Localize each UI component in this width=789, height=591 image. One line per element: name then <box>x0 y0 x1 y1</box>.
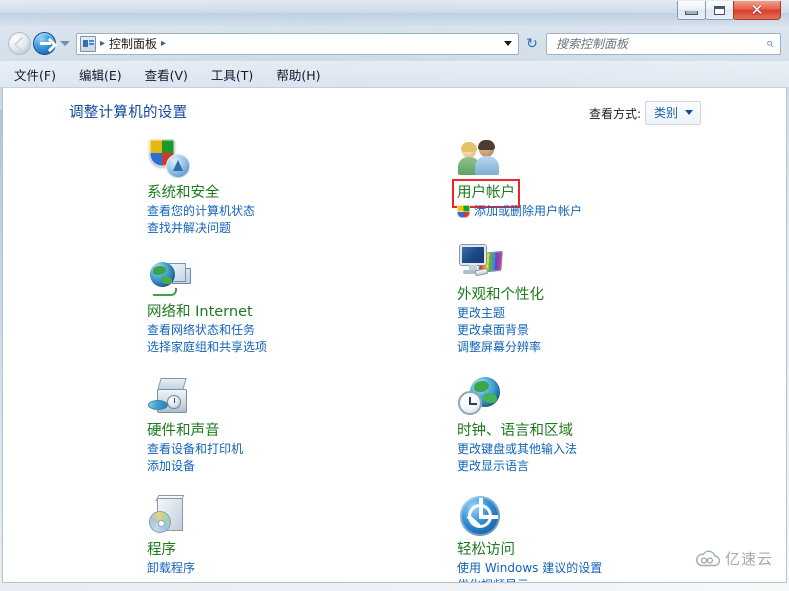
search-icon: ⌕ <box>765 36 773 51</box>
address-dropdown-chevron-down-icon[interactable] <box>504 41 512 46</box>
window-titlebar: ✕ <box>0 0 789 26</box>
close-button[interactable]: ✕ <box>733 1 781 20</box>
category-link-add-device[interactable]: 添加设备 <box>147 458 391 475</box>
category-system-and-security: 系统和安全 查看您的计算机状态 查找并解决问题 <box>91 136 391 237</box>
category-link-view-computer-status[interactable]: 查看您的计算机状态 <box>147 203 391 220</box>
menu-item-help[interactable]: 帮助(H) <box>276 65 320 84</box>
category-link-adjust-screen-resolution[interactable]: 调整屏幕分辨率 <box>457 339 731 356</box>
appearance-monitor-icon[interactable] <box>457 238 505 286</box>
category-clock-language-region: 时钟、语言和区域 更改键盘或其他输入法 更改显示语言 <box>401 374 731 475</box>
category-title-programs[interactable]: 程序 <box>147 541 176 560</box>
recent-locations-chevron-down-icon[interactable] <box>60 41 70 46</box>
breadcrumb-separator-icon-2[interactable]: ▸ <box>161 38 166 49</box>
category-user-accounts: 用户帐户 添加或删除用户帐户 <box>401 136 731 220</box>
category-column-right: 用户帐户 添加或删除用户帐户 外观和个性化 更改主题 更改桌面背景 调整屏幕分辨… <box>401 136 731 582</box>
ease-of-access-icon[interactable] <box>457 493 505 541</box>
programs-box-icon[interactable] <box>147 493 195 541</box>
category-link-add-remove-user-accounts[interactable]: 添加或删除用户帐户 <box>457 203 731 220</box>
category-title-ease-of-access[interactable]: 轻松访问 <box>457 541 515 560</box>
watermark: 亿速云 <box>695 548 773 569</box>
category-link-change-keyboard-input[interactable]: 更改键盘或其他输入法 <box>457 441 731 458</box>
category-title-network-and-internet[interactable]: 网络和 Internet <box>147 303 253 322</box>
refresh-icon: ↻ <box>526 35 538 52</box>
category-link-optimize-visual-display[interactable]: 优化视频显示 <box>457 577 731 582</box>
forward-button[interactable] <box>33 32 56 55</box>
printer-hardware-icon[interactable] <box>147 374 195 422</box>
category-link-devices-and-printers[interactable]: 查看设备和打印机 <box>147 441 391 458</box>
category-title-clock-language-region[interactable]: 时钟、语言和区域 <box>457 422 573 441</box>
chevron-down-icon <box>685 110 693 115</box>
category-link-uninstall-program[interactable]: 卸载程序 <box>147 560 391 577</box>
page-header: 调整计算机的设置 查看方式: 类别 <box>3 88 786 134</box>
category-programs: 程序 卸载程序 <box>91 493 391 577</box>
category-appearance-and-personalization: 外观和个性化 更改主题 更改桌面背景 调整屏幕分辨率 <box>401 238 731 356</box>
category-column-left: 系统和安全 查看您的计算机状态 查找并解决问题 网络和 Internet 查看网… <box>91 136 391 582</box>
menu-item-tools[interactable]: 工具(T) <box>211 65 253 84</box>
close-icon: ✕ <box>750 0 764 19</box>
navigation-bar: ▸ 控制面板 ▸ ↻ ⌕ <box>0 26 789 61</box>
control-panel-icon <box>80 35 96 52</box>
category-hardware-and-sound: 硬件和声音 查看设备和打印机 添加设备 <box>91 374 391 475</box>
category-link-label: 添加或删除用户帐户 <box>474 204 583 218</box>
minimize-button[interactable] <box>677 1 706 20</box>
back-button[interactable] <box>8 32 31 55</box>
search-box[interactable]: ⌕ <box>546 32 781 55</box>
page-title: 调整计算机的设置 <box>69 105 188 121</box>
maximize-icon <box>714 5 725 15</box>
view-by-dropdown[interactable]: 类别 <box>644 101 701 125</box>
category-ease-of-access: 轻松访问 使用 Windows 建议的设置 优化视频显示 <box>401 493 731 582</box>
category-link-recommended-settings[interactable]: 使用 Windows 建议的设置 <box>457 560 731 577</box>
category-link-change-theme[interactable]: 更改主题 <box>457 305 731 322</box>
clock-region-icon[interactable] <box>457 374 505 422</box>
user-accounts-icon[interactable] <box>457 136 505 184</box>
refresh-button[interactable]: ↻ <box>521 33 543 55</box>
security-shield-icon[interactable] <box>147 136 195 184</box>
watermark-text: 亿速云 <box>724 550 773 568</box>
category-title-system-and-security[interactable]: 系统和安全 <box>147 184 220 203</box>
category-link-homegroup-sharing[interactable]: 选择家庭组和共享选项 <box>147 339 391 356</box>
address-bar[interactable]: ▸ 控制面板 ▸ <box>76 32 519 55</box>
category-title-appearance-and-personalization[interactable]: 外观和个性化 <box>457 286 544 305</box>
category-network-and-internet: 网络和 Internet 查看网络状态和任务 选择家庭组和共享选项 <box>91 255 391 356</box>
category-title-user-accounts[interactable]: 用户帐户 <box>452 179 520 208</box>
menu-item-edit[interactable]: 编辑(E) <box>79 65 122 84</box>
uac-shield-icon <box>457 205 470 218</box>
content-pane: 调整计算机的设置 查看方式: 类别 系统和安全 查看您的计算机状态 查找并解决问… <box>2 87 787 583</box>
category-link-change-desktop-background[interactable]: 更改桌面背景 <box>457 322 731 339</box>
category-link-troubleshoot[interactable]: 查找并解决问题 <box>147 220 391 237</box>
view-by-control: 查看方式: 类别 <box>589 101 701 125</box>
menu-item-file[interactable]: 文件(F) <box>14 65 56 84</box>
view-by-value: 类别 <box>653 106 678 120</box>
control-panel-window: ✕ ▸ 控制面板 ▸ ↻ ⌕ 文件(F) 编辑(E) 查看(V) 工具(T) 帮… <box>0 0 789 586</box>
category-link-network-status[interactable]: 查看网络状态和任务 <box>147 322 391 339</box>
breadcrumb-item-control-panel[interactable]: 控制面板 <box>109 35 157 52</box>
network-globe-icon[interactable] <box>147 255 195 303</box>
category-title-hardware-and-sound[interactable]: 硬件和声音 <box>147 422 220 441</box>
window-controls: ✕ <box>677 1 781 20</box>
minimize-icon <box>685 10 698 15</box>
breadcrumb-separator-icon: ▸ <box>100 38 106 49</box>
category-link-change-display-language[interactable]: 更改显示语言 <box>457 458 731 475</box>
view-by-label: 查看方式: <box>588 106 641 121</box>
menu-bar: 文件(F) 编辑(E) 查看(V) 工具(T) 帮助(H) <box>0 61 789 87</box>
search-input[interactable] <box>554 35 766 52</box>
menu-item-view[interactable]: 查看(V) <box>145 65 188 84</box>
cloud-icon <box>695 550 721 567</box>
maximize-button[interactable] <box>705 1 734 20</box>
